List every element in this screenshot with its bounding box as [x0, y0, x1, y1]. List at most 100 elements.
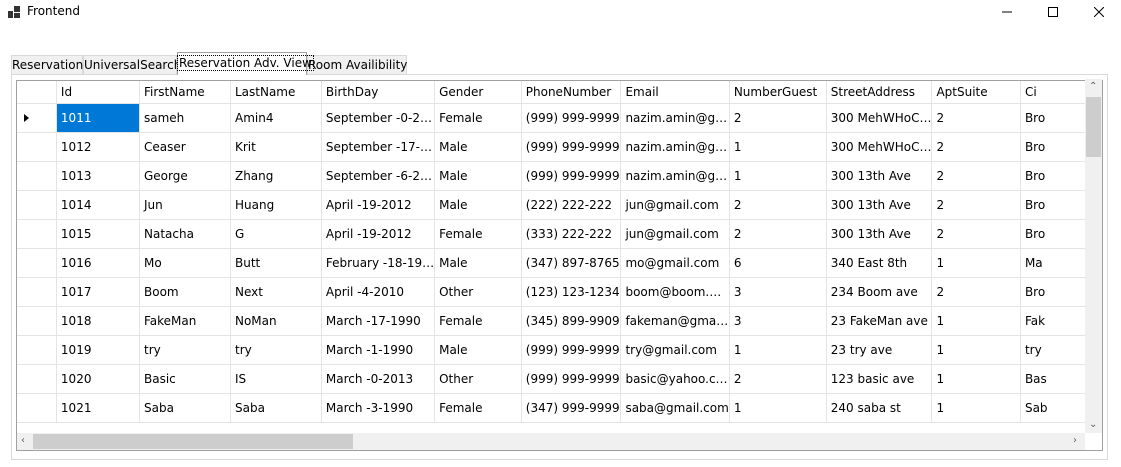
- cell-aptsuite[interactable]: 2: [931, 190, 1021, 220]
- table-row[interactable]: 1020 Basic IS March -0-2013 Other (999) 999-9…: [17, 364, 1102, 394]
- cell-firstname[interactable]: Basic: [139, 364, 231, 394]
- cell-birthday[interactable]: September -0-2…: [321, 103, 436, 133]
- cell-lastname[interactable]: Saba: [230, 393, 322, 423]
- cell-id[interactable]: 1019: [56, 335, 141, 365]
- cell-lastname[interactable]: Amin4: [230, 103, 322, 133]
- row-header[interactable]: [17, 306, 57, 336]
- reservation-grid[interactable]: Id FirstName LastName BirthDay Gender Ph…: [16, 80, 1103, 451]
- cell-id[interactable]: 1011: [56, 103, 141, 133]
- row-header[interactable]: [17, 103, 57, 133]
- tab-reservation-adv-view[interactable]: Reservation Adv. View: [177, 52, 314, 75]
- row-header[interactable]: [17, 219, 57, 249]
- cell-streetaddress[interactable]: 240 saba st: [826, 393, 933, 423]
- cell-email[interactable]: boom@boom.…: [620, 277, 730, 307]
- table-row[interactable]: 1014 Jun Huang April -19-2012 Male (222) 222-…: [17, 190, 1102, 220]
- cell-lastname[interactable]: Huang: [230, 190, 322, 220]
- cell-numberguest[interactable]: 1: [729, 335, 827, 365]
- scroll-up-icon[interactable]: ⌃: [1089, 79, 1097, 95]
- cell-email[interactable]: nazim.amin@g…: [620, 103, 730, 133]
- cell-streetaddress[interactable]: 300 13th Ave: [826, 190, 933, 220]
- column-header-email[interactable]: Email: [620, 81, 730, 104]
- cell-email[interactable]: nazim.amin@g…: [620, 161, 730, 191]
- cell-email[interactable]: saba@gmail.com: [620, 393, 730, 423]
- cell-streetaddress[interactable]: 123 basic ave: [826, 364, 933, 394]
- cell-id[interactable]: 1020: [56, 364, 141, 394]
- cell-birthday[interactable]: September -6-2…: [321, 161, 436, 191]
- maximize-button[interactable]: [1030, 0, 1076, 24]
- cell-firstname[interactable]: Natacha: [139, 219, 231, 249]
- column-header-phonenumber[interactable]: PhoneNumber: [521, 81, 622, 104]
- cell-id[interactable]: 1014: [56, 190, 141, 220]
- cell-streetaddress[interactable]: 340 East 8th: [826, 248, 933, 278]
- cell-firstname[interactable]: FakeMan: [139, 306, 231, 336]
- cell-birthday[interactable]: February -18-19…: [321, 248, 436, 278]
- cell-email[interactable]: nazim.amin@g…: [620, 132, 730, 162]
- table-row[interactable]: 1015 Natacha G April -19-2012 Female (333) 22…: [17, 219, 1102, 249]
- corner-header[interactable]: [17, 81, 57, 104]
- tab-room-availibility[interactable]: Room Availibility: [307, 55, 407, 74]
- cell-birthday[interactable]: April -4-2010: [321, 277, 436, 307]
- cell-birthday[interactable]: March -0-2013: [321, 364, 436, 394]
- tab-reservation[interactable]: Reservation: [11, 55, 83, 74]
- cell-aptsuite[interactable]: 2: [931, 277, 1021, 307]
- cell-gender[interactable]: Other: [434, 364, 522, 394]
- cell-lastname[interactable]: Zhang: [230, 161, 322, 191]
- cell-aptsuite[interactable]: 1: [931, 306, 1021, 336]
- cell-lastname[interactable]: Krit: [230, 132, 322, 162]
- cell-lastname[interactable]: Butt: [230, 248, 322, 278]
- row-header[interactable]: [17, 248, 57, 278]
- cell-firstname[interactable]: Mo: [139, 248, 231, 278]
- cell-gender[interactable]: Other: [434, 277, 522, 307]
- cell-phonenumber[interactable]: (999) 999-9999: [521, 364, 622, 394]
- vertical-scroll-thumb[interactable]: [1086, 97, 1101, 157]
- scroll-right-icon[interactable]: ›: [1073, 433, 1077, 449]
- column-header-id[interactable]: Id: [56, 81, 141, 104]
- cell-id[interactable]: 1018: [56, 306, 141, 336]
- cell-numberguest[interactable]: 2: [729, 364, 827, 394]
- cell-aptsuite[interactable]: 2: [931, 103, 1021, 133]
- cell-aptsuite[interactable]: 1: [931, 248, 1021, 278]
- scroll-down-icon[interactable]: ⌄: [1089, 417, 1097, 433]
- column-header-firstname[interactable]: FirstName: [139, 81, 231, 104]
- cell-id[interactable]: 1021: [56, 393, 141, 423]
- horizontal-scroll-thumb[interactable]: [33, 434, 353, 449]
- table-row[interactable]: 1018 FakeMan NoMan March -17-1990 Female (345…: [17, 306, 1102, 336]
- column-header-lastname[interactable]: LastName: [230, 81, 322, 104]
- cell-email[interactable]: jun@gmail.com: [620, 190, 730, 220]
- column-header-gender[interactable]: Gender: [434, 81, 522, 104]
- cell-streetaddress[interactable]: 300 13th Ave: [826, 219, 933, 249]
- row-header[interactable]: [17, 132, 57, 162]
- column-header-numberguest[interactable]: NumberGuest: [729, 81, 827, 104]
- cell-gender[interactable]: Female: [434, 103, 522, 133]
- row-header[interactable]: [17, 335, 57, 365]
- cell-numberguest[interactable]: 2: [729, 103, 827, 133]
- column-header-streetaddress[interactable]: StreetAddress: [826, 81, 933, 104]
- cell-id[interactable]: 1013: [56, 161, 141, 191]
- cell-aptsuite[interactable]: 2: [931, 132, 1021, 162]
- cell-numberguest[interactable]: 6: [729, 248, 827, 278]
- cell-streetaddress[interactable]: 234 Boom ave: [826, 277, 933, 307]
- cell-gender[interactable]: Female: [434, 393, 522, 423]
- cell-aptsuite[interactable]: 1: [931, 364, 1021, 394]
- cell-firstname[interactable]: try: [139, 335, 231, 365]
- cell-lastname[interactable]: try: [230, 335, 322, 365]
- table-row[interactable]: 1011 sameh Amin4 September -0-2… Female (999)…: [17, 103, 1102, 133]
- cell-birthday[interactable]: September -17-…: [321, 132, 436, 162]
- cell-numberguest[interactable]: 2: [729, 219, 827, 249]
- cell-firstname[interactable]: George: [139, 161, 231, 191]
- row-header[interactable]: [17, 393, 57, 423]
- cell-phonenumber[interactable]: (123) 123-1234: [521, 277, 622, 307]
- cell-numberguest[interactable]: 1: [729, 161, 827, 191]
- table-row[interactable]: 1019 try try March -1-1990 Male (999) 999-999…: [17, 335, 1102, 365]
- cell-birthday[interactable]: March -3-1990: [321, 393, 436, 423]
- cell-lastname[interactable]: Next: [230, 277, 322, 307]
- cell-email[interactable]: fakeman@gma…: [620, 306, 730, 336]
- cell-numberguest[interactable]: 2: [729, 190, 827, 220]
- cell-gender[interactable]: Male: [434, 161, 522, 191]
- cell-phonenumber[interactable]: (347) 897-8765: [521, 248, 622, 278]
- scroll-left-icon[interactable]: ‹: [21, 433, 25, 449]
- close-button[interactable]: [1076, 0, 1121, 24]
- cell-email[interactable]: basic@yahoo.c…: [620, 364, 730, 394]
- cell-streetaddress[interactable]: 300 MehWHoC…: [826, 103, 933, 133]
- minimize-button[interactable]: [984, 0, 1030, 24]
